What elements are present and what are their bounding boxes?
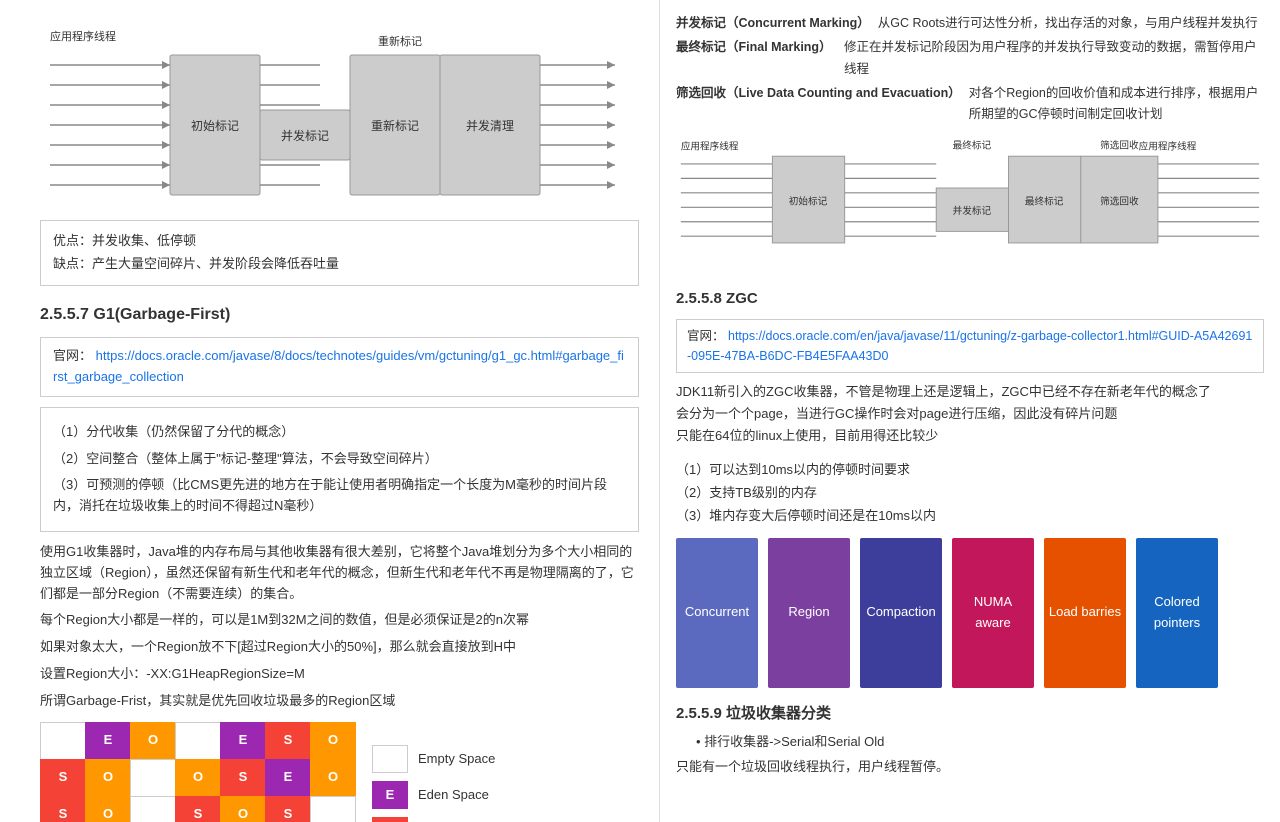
right-cms-diagram: 应用程序线程 应用程序线程 — [676, 135, 1264, 275]
g1-para-1: 使用G1收集器时，Java堆的内存布局与其他收集器有很大差别，它将整个Java堆… — [40, 542, 639, 604]
legend-box-empty — [372, 745, 408, 773]
grid-cell: S — [220, 759, 266, 797]
legend-box-survivor: S — [372, 817, 408, 822]
g1-grid: E O E S O S O O S E O S O S O S — [40, 722, 352, 822]
zgc-box-colored: Colored pointers — [1136, 538, 1218, 688]
g1-grid-section: E O E S O S O O S E O S O S O S — [40, 722, 639, 822]
svg-text:筛选回收: 筛选回收 — [1100, 140, 1139, 152]
svg-text:筛选回收: 筛选回收 — [1100, 196, 1139, 208]
svg-text:并发清理: 并发清理 — [466, 118, 514, 133]
zgc-list: （1）可以达到10ms以内的停顿时间要求 （2）支持TB级别的内存 （3）堆内存… — [676, 458, 1264, 528]
phase-final-marking: 最终标记（Final Marking） 修正在并发标记阶段因为用户程序的并发执行… — [676, 37, 1264, 80]
g1-para-5: 所谓Garbage-Frist，其实就是优先回收垃圾最多的Region区域 — [40, 691, 639, 712]
zgc-content: JDK11新引入的ZGC收集器，不管是物理上还是逻辑上，ZGC中已经不存在新老年… — [676, 381, 1264, 447]
zgc-box-compaction: Compaction — [860, 538, 942, 688]
grid-cell — [130, 796, 176, 822]
grid-cell: O — [175, 759, 221, 797]
zgc-para-3: 只能在64位的linux上使用，目前用得还比较少 — [676, 425, 1264, 447]
grid-cell — [175, 722, 221, 760]
g1-para-2: 每个Region大小都是一样的，可以是1M到32M之间的数值，但是必须保证是2的… — [40, 610, 639, 631]
phase-concurrent-marking-desc: 从GC Roots进行可达性分析，找出存活的对象，与用户线程并发执行 — [878, 13, 1264, 34]
svg-text:应用程序线程: 应用程序线程 — [50, 29, 116, 43]
svg-text:应用程序线程: 应用程序线程 — [1139, 141, 1197, 153]
legend-empty-label: Empty Space — [418, 749, 495, 770]
grid-cell: O — [85, 796, 131, 822]
grid-cell: O — [220, 796, 266, 822]
g1-para-3: 如果对象太大，一个Region放不下[超过Region大小的50%]，那么就会直… — [40, 637, 639, 658]
grid-cell — [40, 722, 86, 760]
svg-text:重新标记: 重新标记 — [378, 34, 422, 48]
phase-evacuation-name: 筛选回收（Live Data Counting and Evacuation） — [676, 83, 961, 126]
svg-text:重新标记: 重新标记 — [371, 118, 419, 133]
g1-section-title: 2.5.5.7 G1(Garbage-First) — [40, 302, 639, 328]
grid-cell: O — [310, 759, 356, 797]
grid-cell: S — [40, 759, 86, 797]
svg-text:初始标记: 初始标记 — [789, 196, 828, 208]
svg-text:最终标记: 最终标记 — [1025, 196, 1064, 208]
grid-cell: E — [85, 722, 131, 760]
g1-ref-link[interactable]: https://docs.oracle.com/javase/8/docs/te… — [53, 348, 624, 384]
grid-cell: S — [175, 796, 221, 822]
zgc-ref-label: 官网： — [687, 329, 725, 343]
grid-cell: O — [130, 722, 176, 760]
legend-empty: Empty Space — [372, 745, 506, 773]
gc-classify-title: 2.5.5.9 垃圾收集器分类 — [676, 702, 1264, 726]
zgc-boxes: Concurrent Region Compaction NUMA aware … — [676, 538, 1264, 688]
zgc-ref-link[interactable]: https://docs.oracle.com/en/java/javase/1… — [687, 329, 1252, 363]
svg-text:应用程序线程: 应用程序线程 — [681, 141, 739, 153]
pros-cons-box: 优点：并发收集、低停顿 缺点：产生大量空间碎片、并发阶段会降低吞吐量 — [40, 220, 639, 286]
left-panel: 应用程序线程 初始标记 — [0, 0, 660, 822]
grid-cell — [310, 796, 356, 822]
legend-eden: E Eden Space — [372, 781, 506, 809]
zgc-list-1: （1）可以达到10ms以内的停顿时间要求 — [676, 458, 1264, 481]
phase-final-marking-desc: 修正在并发标记阶段因为用户程序的并发执行导致变动的数据，需暂停用户线程 — [844, 37, 1264, 80]
g1-features-box: （1）分代收集（仍然保留了分代的概念） （2）空间整合（整体上属于"标记-整理"… — [40, 407, 639, 532]
phase-descriptions: 并发标记（Concurrent Marking） 从GC Roots进行可达性分… — [676, 13, 1264, 125]
zgc-box-numa: NUMA aware — [952, 538, 1034, 688]
zgc-para-2: 会分为一个个page，当进行GC操作时会对page进行压缩，因此没有碎片问题 — [676, 403, 1264, 425]
cons-text: 缺点：产生大量空间碎片、并发阶段会降低吞吐量 — [53, 254, 626, 275]
phase-evacuation-desc: 对各个Region的回收价值和成本进行排序，根据用户所期望的GC停顿时间制定回收… — [969, 83, 1264, 126]
zgc-ref-box: 官网： https://docs.oracle.com/en/java/java… — [676, 319, 1264, 373]
right-panel: 并发标记（Concurrent Marking） 从GC Roots进行可达性分… — [660, 0, 1280, 822]
phase-evacuation: 筛选回收（Live Data Counting and Evacuation） … — [676, 83, 1264, 126]
g1-feature-1: （1）分代收集（仍然保留了分代的概念） — [53, 422, 626, 443]
svg-text:并发标记: 并发标记 — [281, 128, 329, 143]
svg-text:初始标记: 初始标记 — [191, 119, 239, 133]
legend-box-eden: E — [372, 781, 408, 809]
grid-cell: O — [310, 722, 356, 760]
phase-concurrent-marking-name: 并发标记（Concurrent Marking） — [676, 13, 870, 34]
zgc-para-1: JDK11新引入的ZGC收集器，不管是物理上还是逻辑上，ZGC中已经不存在新老年… — [676, 381, 1264, 403]
grid-cell: E — [220, 722, 266, 760]
svg-text:最终标记: 最终标记 — [953, 140, 992, 152]
pros-text: 优点：并发收集、低停顿 — [53, 231, 626, 252]
legend-survivor: S Survivor Space — [372, 817, 506, 822]
g1-reference-box: 官网： https://docs.oracle.com/javase/8/doc… — [40, 337, 639, 397]
gc-bullet: • 排行收集器->Serial和Serial Old — [696, 732, 1264, 753]
grid-cell: S — [265, 796, 311, 822]
zgc-section-title: 2.5.5.8 ZGC — [676, 287, 1264, 311]
gc-desc: 只能有一个垃圾回收线程执行，用户线程暂停。 — [676, 757, 1264, 778]
cms-diagram: 应用程序线程 初始标记 — [40, 10, 620, 210]
zgc-box-concurrent: Concurrent — [676, 538, 758, 688]
zgc-box-region: Region — [768, 538, 850, 688]
grid-cell: S — [265, 722, 311, 760]
grid-cell: S — [40, 796, 86, 822]
zgc-box-load: Load barries — [1044, 538, 1126, 688]
zgc-list-2: （2）支持TB级别的内存 — [676, 481, 1264, 504]
legend-eden-label: Eden Space — [418, 785, 489, 806]
phase-concurrent-marking: 并发标记（Concurrent Marking） 从GC Roots进行可达性分… — [676, 13, 1264, 34]
g1-para-4: 设置Region大小：-XX:G1HeapRegionSize=M — [40, 664, 639, 685]
grid-cell: E — [265, 759, 311, 797]
zgc-list-3: （3）堆内存变大后停顿时间还是在10ms以内 — [676, 504, 1264, 527]
phase-final-marking-name: 最终标记（Final Marking） — [676, 37, 836, 80]
grid-cell: O — [85, 759, 131, 797]
g1-feature-3: （3）可预测的停顿（比CMS更先进的地方在于能让使用者明确指定一个长度为M毫秒的… — [53, 475, 626, 517]
g1-feature-2: （2）空间整合（整体上属于"标记-整理"算法，不会导致空间碎片） — [53, 449, 626, 470]
g1-legend: Empty Space E Eden Space S Survivor Spac… — [372, 722, 506, 822]
g1-ref-label: 官网： — [53, 348, 92, 363]
svg-text:并发标记: 并发标记 — [953, 205, 992, 217]
grid-cell — [130, 759, 176, 797]
